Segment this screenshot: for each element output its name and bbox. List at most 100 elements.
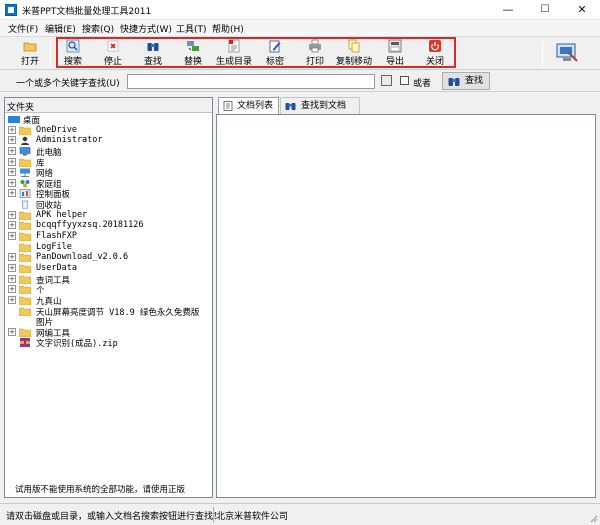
expand-toggle-icon[interactable]: +: [8, 146, 16, 155]
tree-item[interactable]: 回收站: [5, 199, 212, 211]
tree-item-label: OneDrive: [36, 124, 77, 135]
binoculars-icon: [448, 78, 460, 86]
expand-toggle-icon[interactable]: +: [8, 285, 16, 294]
maximize-button[interactable]: ☐: [527, 0, 563, 20]
tree-item[interactable]: + 控制面板: [5, 188, 212, 200]
document-list-area[interactable]: [216, 114, 596, 498]
tree-item-desktop[interactable]: 桌面: [5, 114, 212, 126]
minimize-button[interactable]: —: [490, 0, 526, 20]
folder-icon: [19, 222, 31, 231]
folder-icon: [19, 296, 31, 305]
resize-grip-icon[interactable]: [588, 513, 598, 523]
binoculars-icon: [285, 103, 296, 110]
expand-toggle-icon[interactable]: +: [8, 327, 16, 336]
desktop-icon: [8, 116, 20, 123]
tree-item[interactable]: 文字识别(成品).zip: [5, 337, 212, 350]
recycle-bin-icon: [21, 200, 29, 210]
about-button[interactable]: [553, 38, 581, 69]
tree-item[interactable]: + 网络: [5, 167, 212, 179]
tree-item[interactable]: + Administrator: [5, 135, 212, 146]
tree-item[interactable]: + 库: [5, 157, 212, 169]
keyword-input[interactable]: [127, 74, 375, 89]
folder-icon: [19, 285, 31, 295]
tree-item[interactable]: + 九真山: [5, 295, 212, 307]
tree-item-label: PanDownload_v2.0.6: [36, 252, 129, 263]
title-bar: 米普PPT文档批量处理工具2011 — ☐ ✕: [0, 0, 600, 20]
status-company: 北京米普软件公司: [216, 512, 289, 522]
tree-item[interactable]: + 网编工具: [5, 327, 212, 339]
tree-item[interactable]: + bcqqffyyxzsq.20181126: [5, 220, 212, 231]
find-keyword-button[interactable]: 查找: [442, 72, 490, 90]
tree-item[interactable]: + 查词工具: [5, 274, 212, 286]
folder-icon: [19, 328, 31, 337]
tree-item[interactable]: 图片: [5, 316, 212, 328]
folder-tree: 桌面 + OneDrive + Administrator + 此电脑 + 库 + 网络 + 家庭组 +…: [5, 114, 212, 350]
tree-item-label: 文字识别(成品).zip: [36, 339, 118, 350]
expand-toggle-icon[interactable]: +: [8, 232, 16, 241]
expand-toggle-icon[interactable]: +: [8, 125, 16, 134]
edit-keyword-icon[interactable]: [381, 75, 392, 86]
expand-toggle-icon[interactable]: +: [8, 168, 16, 177]
close-window-button[interactable]: ✕: [564, 0, 600, 20]
user-icon: [21, 136, 29, 146]
tree-item[interactable]: LogFile: [5, 242, 212, 253]
tree-item-label: APK helper: [36, 209, 88, 220]
folder-icon: [19, 264, 31, 273]
tree-item[interactable]: + 个: [5, 284, 212, 296]
expand-toggle-icon[interactable]: +: [8, 263, 16, 272]
tree-item-label: FlashFXP: [36, 231, 77, 242]
tree-item[interactable]: + 家庭组: [5, 178, 212, 190]
or-checkbox[interactable]: [400, 76, 409, 85]
folder-icon: [19, 275, 31, 284]
tree-item-label: Administrator: [36, 135, 103, 146]
menu-edit[interactable]: 编辑(E): [45, 22, 76, 35]
expand-toggle-icon[interactable]: +: [8, 221, 16, 230]
open-label: 打开: [20, 57, 39, 67]
open-folder-icon: [23, 42, 37, 52]
tree-item[interactable]: + FlashFXP: [5, 231, 212, 242]
document-list-icon: [223, 101, 233, 111]
expand-toggle-icon[interactable]: +: [8, 178, 16, 187]
folder-icon: [19, 211, 31, 220]
menu-shortcuts[interactable]: 快捷方式(W): [120, 22, 172, 35]
menu-file[interactable]: 文件(F): [8, 22, 38, 35]
expand-toggle-icon[interactable]: +: [8, 210, 16, 219]
expand-toggle-icon[interactable]: +: [8, 295, 16, 304]
computer-icon: [19, 147, 31, 156]
tree-item[interactable]: + 此电脑: [5, 146, 212, 158]
menu-help[interactable]: 帮助(H): [212, 22, 244, 35]
folder-icon: [19, 158, 31, 167]
expand-toggle-icon[interactable]: +: [8, 136, 16, 145]
tab-found-documents[interactable]: 查找到文档: [280, 97, 360, 114]
expand-toggle-icon[interactable]: +: [8, 189, 16, 198]
find-keyword-label: 查找: [465, 76, 484, 86]
tree-item[interactable]: + UserData: [5, 263, 212, 274]
tree-item-label: UserData: [36, 262, 77, 273]
expand-toggle-icon[interactable]: +: [8, 253, 16, 262]
tab-label: 查找到文档: [301, 101, 347, 111]
open-button[interactable]: 打开: [14, 38, 46, 69]
tree-item[interactable]: + OneDrive: [5, 125, 212, 136]
tree-item[interactable]: 天山屏幕亮度调节 V18.9 绿色永久免费版: [5, 306, 212, 318]
tab-document-list[interactable]: 文档列表: [218, 97, 279, 114]
trial-notice: 试用版不能使用系统的全部功能，请使用正版: [15, 485, 186, 495]
zip-icon: [20, 338, 30, 348]
folder-panel-header: 文件夹: [5, 98, 212, 113]
search-row: 一个或多个关键字查找(U) 或者 查找: [0, 70, 600, 92]
toolbar-highlight-frame: [56, 37, 456, 68]
tree-item[interactable]: + PanDownload_v2.0.6: [5, 252, 212, 263]
control-panel-icon: [19, 189, 31, 199]
menu-search[interactable]: 搜索(Q): [82, 22, 114, 35]
keyword-search-label: 一个或多个关键字查找(U): [16, 79, 120, 89]
app-icon: [5, 4, 17, 16]
computer-tool-icon: [556, 43, 578, 62]
toolbar-separator: [50, 41, 51, 67]
expand-toggle-icon[interactable]: +: [8, 274, 16, 283]
tree-item[interactable]: + APK helper: [5, 210, 212, 221]
menu-tools[interactable]: 工具(T): [176, 22, 207, 35]
tree-item-label: bcqqffyyxzsq.20181126: [36, 220, 144, 231]
homegroup-icon: [20, 179, 30, 188]
tree-item-label: LogFile: [36, 241, 72, 252]
expand-toggle-icon[interactable]: +: [8, 157, 16, 166]
tab-label: 文档列表: [237, 101, 274, 111]
